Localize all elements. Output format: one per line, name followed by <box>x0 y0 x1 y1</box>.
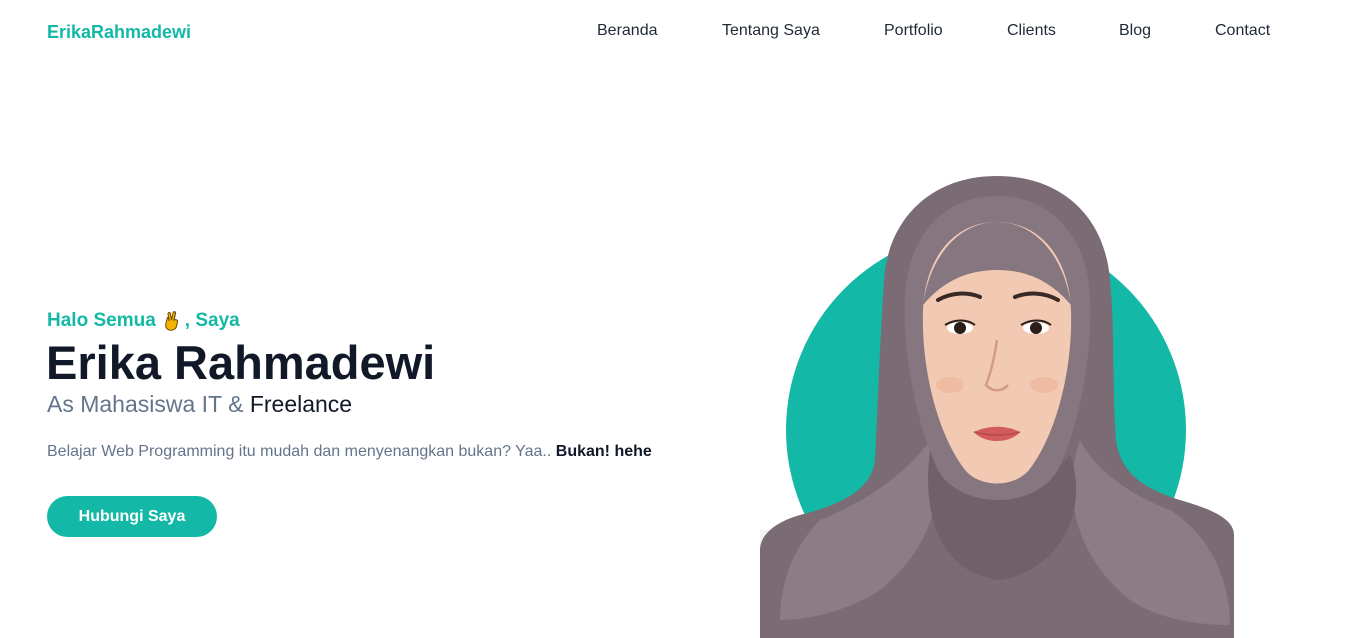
profile-photo <box>760 170 1234 638</box>
crossed-fingers-icon <box>163 310 183 332</box>
nav-link-beranda[interactable]: Beranda <box>597 21 658 41</box>
nav-link-contact[interactable]: Contact <box>1215 21 1270 41</box>
hero-greeting: Halo Semua , Saya <box>47 309 240 333</box>
brand-logo-link[interactable]: ErikaRahmadewi <box>47 21 191 43</box>
hero-greeting-suffix: , Saya <box>184 310 240 331</box>
nav-link-clients[interactable]: Clients <box>1007 21 1056 41</box>
contact-me-button[interactable]: Hubungi Saya <box>47 496 217 537</box>
nav-link-tentang-saya[interactable]: Tentang Saya <box>722 21 820 41</box>
hero-description-bold: Bukan! hehe <box>555 443 652 460</box>
page: ErikaRahmadewi Beranda Tentang Saya Port… <box>0 0 1345 638</box>
nav-link-blog[interactable]: Blog <box>1119 21 1151 41</box>
hero-description: Belajar Web Programming itu mudah dan me… <box>47 442 652 462</box>
hero-greeting-prefix: Halo Semua <box>47 310 156 331</box>
hero-name: Erika Rahmadewi <box>46 336 436 389</box>
hero-role-prefix: As Mahasiswa IT & <box>47 391 244 417</box>
hero-role: As Mahasiswa IT & Freelance <box>47 390 352 418</box>
hero-description-text: Belajar Web Programming itu mudah dan me… <box>47 443 552 460</box>
hero-role-highlight: Freelance <box>249 391 353 417</box>
nav-link-portfolio[interactable]: Portfolio <box>884 21 943 41</box>
navbar: ErikaRahmadewi Beranda Tentang Saya Port… <box>0 0 1345 64</box>
